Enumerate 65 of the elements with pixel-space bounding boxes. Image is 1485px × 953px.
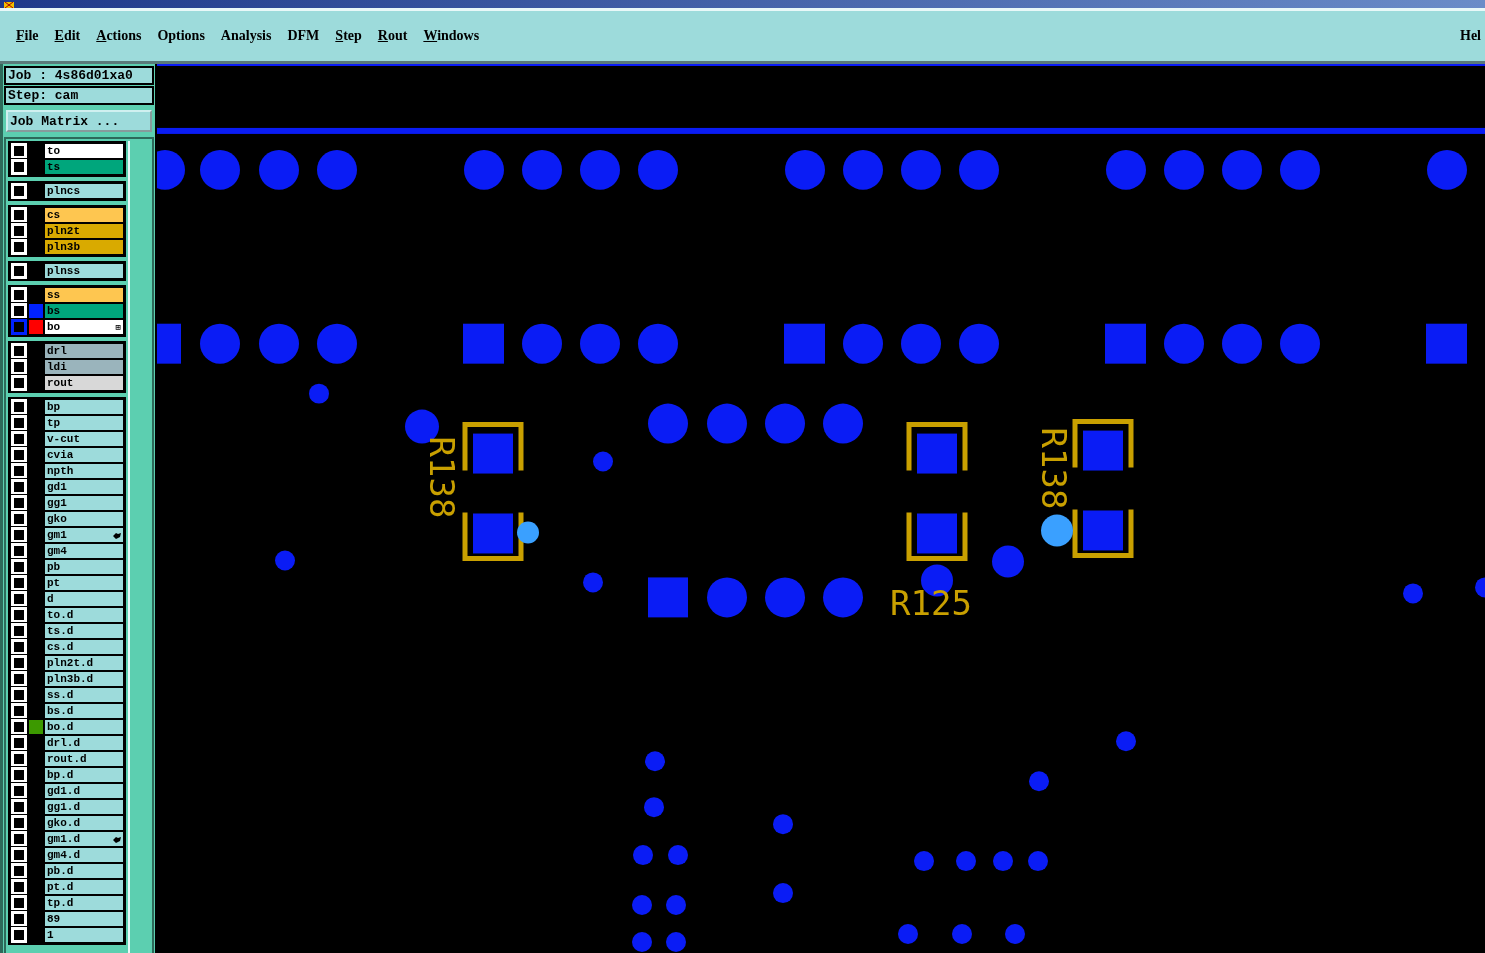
layer-name[interactable]: gko <box>45 512 123 526</box>
layer-name[interactable]: gko.d <box>45 816 123 830</box>
layer-name[interactable]: 1 <box>45 928 123 942</box>
layer-name[interactable]: gd1 <box>45 480 123 494</box>
step-label: Step: cam <box>4 86 154 105</box>
layer-name[interactable]: bp <box>45 400 123 414</box>
layer-name[interactable]: pln3b.d <box>45 672 123 686</box>
layer-name[interactable]: bs <box>45 304 123 318</box>
menu-item[interactable]: Rout <box>369 28 416 44</box>
layer-name[interactable]: ts <box>45 160 123 174</box>
reference-label: R138 <box>1034 427 1074 510</box>
menu-item[interactable]: Options <box>149 28 213 44</box>
layer-name[interactable]: v-cut <box>45 432 123 446</box>
layer-name[interactable]: gd1.d <box>45 784 123 798</box>
layer-name[interactable]: 89 <box>45 912 123 926</box>
reference-label: R138 <box>422 436 462 519</box>
layer-symbol: ⊞ <box>115 321 121 333</box>
layer-name[interactable]: pb <box>45 560 123 574</box>
menu-item[interactable]: File <box>8 28 47 44</box>
layer-name[interactable]: bo.d <box>45 720 123 734</box>
layer-name[interactable]: d <box>45 592 123 606</box>
layer-name[interactable]: ldi <box>45 360 123 374</box>
help-menu[interactable]: Hel <box>1452 28 1485 44</box>
layer-name[interactable]: rout <box>45 376 123 390</box>
menu-item[interactable]: Step <box>327 28 370 44</box>
layer-name[interactable]: drl <box>45 344 123 358</box>
reference-label: R125 <box>890 583 972 624</box>
layer-name[interactable]: to <box>45 144 123 158</box>
layer-name[interactable]: to.d <box>45 608 123 622</box>
layer-name[interactable]: drl.d <box>45 736 123 750</box>
layer-name[interactable]: cs.d <box>45 640 123 654</box>
layer-name[interactable]: gm4.d <box>45 848 123 862</box>
layer-name[interactable]: npth <box>45 464 123 478</box>
layer-name[interactable]: ss.d <box>45 688 123 702</box>
layer-name[interactable]: cs <box>45 208 123 222</box>
menu-item[interactable]: Edit <box>46 28 89 44</box>
job-matrix-button[interactable]: Job Matrix ... <box>6 110 152 132</box>
layer-name[interactable]: pt.d <box>45 880 123 894</box>
menu-item[interactable]: Actions <box>88 28 150 44</box>
layer-name[interactable]: bs.d <box>45 704 123 718</box>
layer-name[interactable]: rout.d <box>45 752 123 766</box>
layer-name[interactable]: ss <box>45 288 123 302</box>
layer-name[interactable]: pt <box>45 576 123 590</box>
layer-name[interactable]: tp.d <box>45 896 123 910</box>
layer-checkbox[interactable] <box>11 319 27 335</box>
layer-name[interactable]: cvia <box>45 448 123 462</box>
layer-name[interactable]: pb.d <box>45 864 123 878</box>
layer-name[interactable]: pln2t <box>45 224 123 238</box>
layer-name[interactable]: bp.d <box>45 768 123 782</box>
menu-item[interactable]: Analysis <box>212 28 280 44</box>
layer-name[interactable]: gm4 <box>45 544 123 558</box>
layer-name[interactable]: ts.d <box>45 624 123 638</box>
layer-name[interactable]: plncs <box>45 184 123 198</box>
layer-name[interactable]: gm1.d <box>45 832 123 846</box>
layer-name[interactable]: pln2t.d <box>45 656 123 670</box>
menu-item[interactable]: Windows <box>415 28 488 44</box>
layer-name[interactable]: gg1.d <box>45 800 123 814</box>
layer-name[interactable]: bo ⊞ <box>45 320 123 334</box>
layer-name[interactable]: gg1 <box>45 496 123 510</box>
layer-name[interactable]: plnss <box>45 264 123 278</box>
layer-name[interactable]: tp <box>45 416 123 430</box>
layer-name[interactable]: pln3b <box>45 240 123 254</box>
layer-name[interactable]: gm1 <box>45 528 123 542</box>
menu-item[interactable]: DFM <box>279 28 328 44</box>
job-label: Job : 4s86d01xa0 <box>4 66 154 85</box>
